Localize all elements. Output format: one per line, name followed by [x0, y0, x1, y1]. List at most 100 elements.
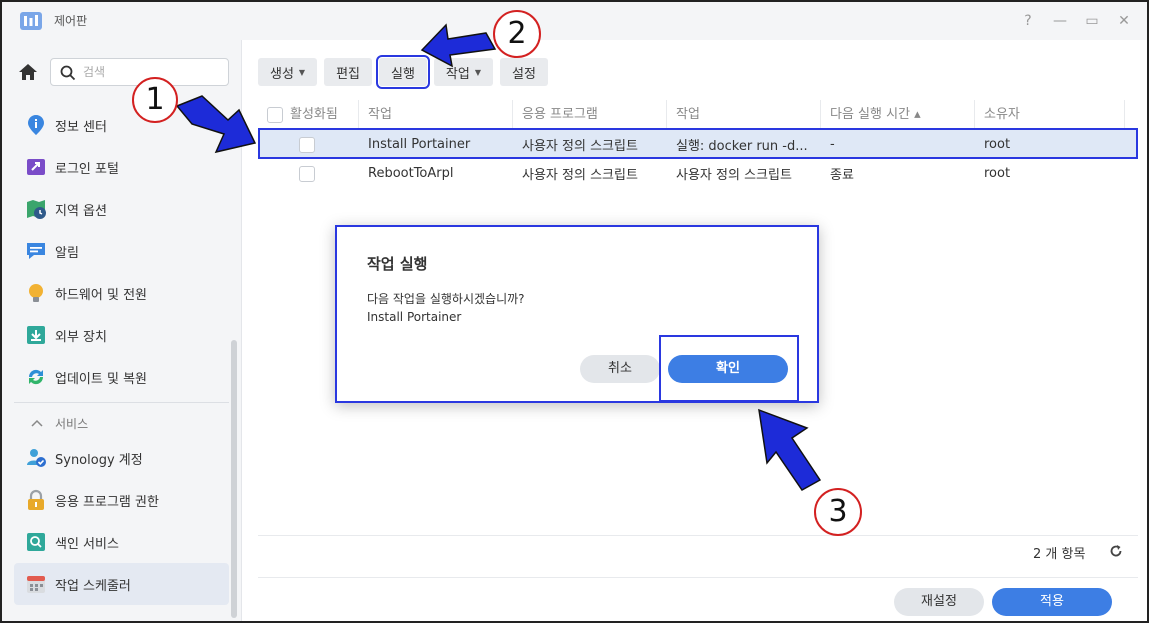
home-icon[interactable]	[13, 59, 43, 85]
window-title: 제어판	[54, 14, 88, 28]
refresh-icon[interactable]	[1109, 544, 1123, 558]
update-restore-icon	[28, 369, 44, 385]
action-button[interactable]: 작업 ▼	[433, 58, 493, 86]
maximize-icon[interactable]: ▭	[1081, 10, 1103, 32]
column-header-task[interactable]: 작업	[359, 99, 513, 130]
task-scheduler-icon	[27, 576, 45, 593]
control-panel-window: 제어판 ? — ▭ ✕ 정보 센터 로그인 포털	[0, 0, 1149, 623]
sidebar-item-label: 로그인 포털	[55, 161, 119, 177]
create-button[interactable]: 생성 ▼	[258, 58, 318, 86]
step-3-badge: 3	[814, 488, 862, 536]
enabled-cell	[258, 165, 359, 182]
settings-button-label: 설정	[512, 66, 536, 82]
sidebar-nav: 정보 센터 로그인 포털 지역 옵션 알림 하드웨어 및 전원 외부 장치 업데…	[14, 104, 229, 605]
sidebar-item-app-privileges[interactable]: 응용 프로그램 권한	[14, 479, 229, 521]
sidebar-item-task-scheduler[interactable]: 작업 스케줄러	[14, 563, 229, 605]
sidebar-item-regional-options[interactable]: 지역 옵션	[14, 188, 229, 230]
sidebar-item-label: 알림	[55, 245, 79, 261]
sidebar-item-hardware-power[interactable]: 하드웨어 및 전원	[14, 272, 229, 314]
sidebar-item-update-restore[interactable]: 업데이트 및 복원	[14, 356, 229, 398]
confirm-button[interactable]: 확인	[668, 355, 788, 383]
task-name-cell: RebootToArpl	[368, 166, 454, 181]
toolbar: 생성 ▼ 편집 실행 작업 ▼ 설정	[258, 55, 555, 89]
task-name-cell: Install Portainer	[368, 137, 471, 152]
sidebar-item-label: 응용 프로그램 권한	[55, 494, 159, 510]
app-privileges-icon	[28, 489, 44, 510]
sidebar-item-label: 외부 장치	[55, 329, 107, 345]
column-header-owner[interactable]: 소유자	[975, 99, 1125, 130]
task-table: 활성화됨 작업 응용 프로그램 작업 다음 실행 시간 ▴ 소유자 Instal…	[258, 99, 1138, 188]
next-run-cell: -	[830, 137, 835, 152]
column-header-enabled[interactable]: 활성화됨	[258, 99, 359, 130]
reset-button[interactable]: 재설정	[894, 588, 984, 616]
external-devices-icon	[27, 326, 45, 344]
column-header-label: 활성화됨	[290, 106, 338, 122]
sidebar-item-label: 업데이트 및 복원	[55, 371, 147, 387]
control-panel-app-icon	[20, 12, 42, 30]
edit-button-label: 편집	[336, 66, 360, 82]
sidebar-item-notification[interactable]: 알림	[14, 230, 229, 272]
step-1-badge: 1	[132, 77, 178, 123]
create-button-label: 생성	[270, 66, 294, 82]
sidebar: 정보 센터 로그인 포털 지역 옵션 알림 하드웨어 및 전원 외부 장치	[2, 40, 242, 621]
synology-account-icon	[27, 449, 46, 467]
hardware-power-icon	[29, 284, 43, 302]
caret-down-icon: ▼	[298, 67, 306, 77]
run-button[interactable]: 실행	[376, 55, 430, 89]
sidebar-item-label: 색인 서비스	[55, 536, 119, 552]
action-cell: 사용자 정의 스크립트	[676, 168, 792, 183]
sidebar-item-external-devices[interactable]: 외부 장치	[14, 314, 229, 356]
sidebar-item-label: 지역 옵션	[55, 203, 107, 219]
sidebar-group-services[interactable]: 서비스	[14, 409, 229, 437]
indexing-service-icon	[27, 533, 45, 551]
run-button-label: 실행	[391, 66, 415, 82]
sidebar-item-indexing-service[interactable]: 색인 서비스	[14, 521, 229, 563]
dialog-task-name: Install Portainer	[367, 310, 462, 324]
enabled-checkbox[interactable]	[299, 136, 315, 153]
caret-down-icon: ▼	[474, 67, 481, 77]
divider	[258, 535, 1138, 536]
apply-button[interactable]: 적용	[992, 588, 1112, 616]
minimize-icon[interactable]: —	[1049, 10, 1071, 32]
edit-button[interactable]: 편집	[324, 58, 372, 86]
login-portal-icon	[27, 159, 45, 175]
sidebar-item-label: 작업 스케줄러	[55, 578, 131, 594]
settings-button[interactable]: 설정	[500, 58, 548, 86]
step-2-badge: 2	[493, 10, 541, 58]
next-run-cell: 종료	[830, 168, 854, 183]
column-header-action[interactable]: 작업	[667, 99, 821, 130]
dialog-title: 작업 실행	[367, 255, 428, 273]
table-row[interactable]: RebootToArpl 사용자 정의 스크립트 사용자 정의 스크립트 종료 …	[258, 159, 1138, 188]
sidebar-item-synology-account[interactable]: Synology 계정	[14, 437, 229, 479]
sidebar-group-label: 서비스	[55, 416, 89, 431]
run-task-dialog: 작업 실행 다음 작업을 실행하시겠습니까? Install Portainer…	[335, 225, 819, 403]
sidebar-item-info-center[interactable]: 정보 센터	[14, 104, 229, 146]
enabled-checkbox[interactable]	[299, 165, 315, 182]
dialog-message: 다음 작업을 실행하시겠습니까?	[367, 292, 525, 306]
table-row[interactable]: Install Portainer 사용자 정의 스크립트 실행: docker…	[258, 130, 1138, 159]
select-all-checkbox[interactable]	[267, 106, 283, 123]
regional-options-icon	[27, 200, 46, 219]
divider	[258, 577, 1138, 578]
action-cell: 실행: docker run -d...	[676, 139, 808, 154]
chevron-up-icon	[31, 419, 43, 427]
help-icon[interactable]: ?	[1017, 10, 1039, 32]
owner-cell: root	[984, 166, 1011, 181]
application-cell: 사용자 정의 스크립트	[522, 168, 638, 183]
column-header-next-run[interactable]: 다음 실행 시간 ▴	[821, 99, 975, 130]
owner-cell: root	[984, 137, 1011, 152]
column-header-application[interactable]: 응용 프로그램	[513, 99, 667, 130]
sidebar-divider	[14, 402, 229, 403]
cancel-button[interactable]: 취소	[580, 355, 660, 383]
notification-icon	[27, 243, 45, 259]
close-icon[interactable]: ✕	[1113, 10, 1135, 32]
enabled-cell	[258, 136, 359, 153]
sidebar-item-label: 정보 센터	[55, 119, 107, 135]
table-header: 활성화됨 작업 응용 프로그램 작업 다음 실행 시간 ▴ 소유자	[258, 99, 1138, 130]
sidebar-scrollbar[interactable]	[231, 340, 237, 618]
title-bar: 제어판 ? — ▭ ✕	[2, 2, 1147, 40]
action-button-label: 작업	[445, 66, 470, 82]
sidebar-item-label: Synology 계정	[55, 452, 143, 468]
sidebar-item-login-portal[interactable]: 로그인 포털	[14, 146, 229, 188]
info-center-icon	[28, 115, 44, 135]
